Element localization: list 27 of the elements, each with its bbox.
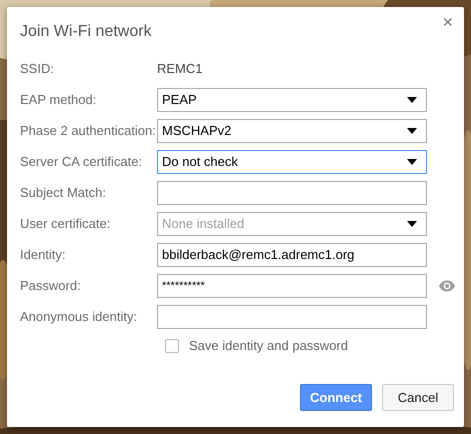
field-label: SSID: bbox=[20, 61, 55, 76]
input-field[interactable] bbox=[157, 304, 427, 328]
field-label: User certificate: bbox=[20, 216, 112, 231]
ssid-value: REMC1 bbox=[157, 61, 203, 76]
dropdown[interactable]: MSCHAPv2 bbox=[157, 118, 427, 142]
checkbox-label: Save identity and password bbox=[189, 338, 348, 353]
field-label: EAP method: bbox=[20, 92, 98, 107]
checkbox[interactable] bbox=[165, 338, 179, 352]
dropdown[interactable]: PEAP bbox=[157, 88, 427, 112]
eye-icon[interactable] bbox=[439, 280, 455, 292]
cancel-button[interactable]: Cancel bbox=[382, 384, 454, 411]
caret-icon bbox=[407, 96, 417, 102]
field-label: Subject Match: bbox=[20, 185, 107, 200]
dropdown[interactable]: Do not check bbox=[157, 150, 427, 174]
input-field[interactable]: bbilderback@remc1.adremc1.org bbox=[157, 242, 427, 266]
close-button[interactable]: × bbox=[439, 13, 456, 31]
field-label: Password: bbox=[20, 278, 82, 293]
field-label: Anonymous identity: bbox=[20, 309, 138, 324]
field-label: Phase 2 authentication: bbox=[20, 123, 157, 138]
caret-icon bbox=[407, 220, 417, 226]
field-label: Server CA certificate: bbox=[20, 154, 144, 169]
caret-icon bbox=[407, 128, 417, 134]
caret-icon bbox=[407, 158, 417, 164]
field-label: Identity: bbox=[20, 247, 67, 262]
password-field[interactable]: ********** bbox=[157, 274, 427, 298]
dialog-title: Join Wi-Fi network bbox=[20, 22, 152, 42]
input-field[interactable] bbox=[157, 180, 427, 204]
